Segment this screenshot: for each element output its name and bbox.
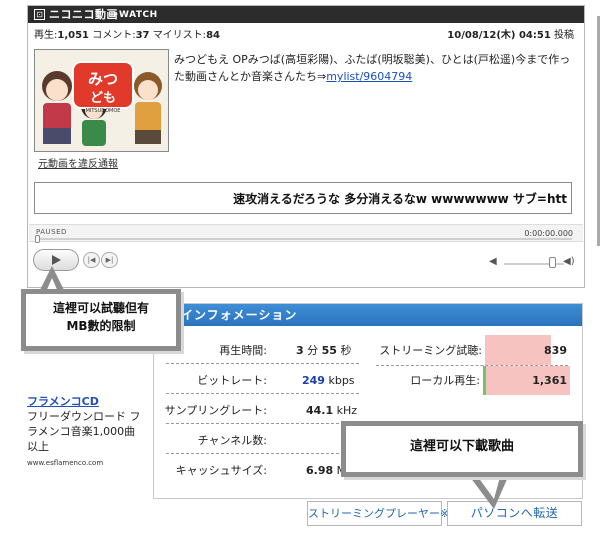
preview-note-line-1: 這裡可以試聽但有 bbox=[52, 301, 149, 315]
download-note-text: 這裡可以下載歌曲 bbox=[409, 439, 514, 454]
download-note-callout: 這裡可以下載歌曲 bbox=[341, 421, 583, 477]
preview-note-line-2: MB數的限制 bbox=[66, 319, 136, 333]
preview-note-callout: 這裡可以試聽但有 MB數的限制 bbox=[21, 289, 181, 351]
preview-note-text: 這裡可以試聽但有 MB數的限制 bbox=[26, 299, 176, 335]
